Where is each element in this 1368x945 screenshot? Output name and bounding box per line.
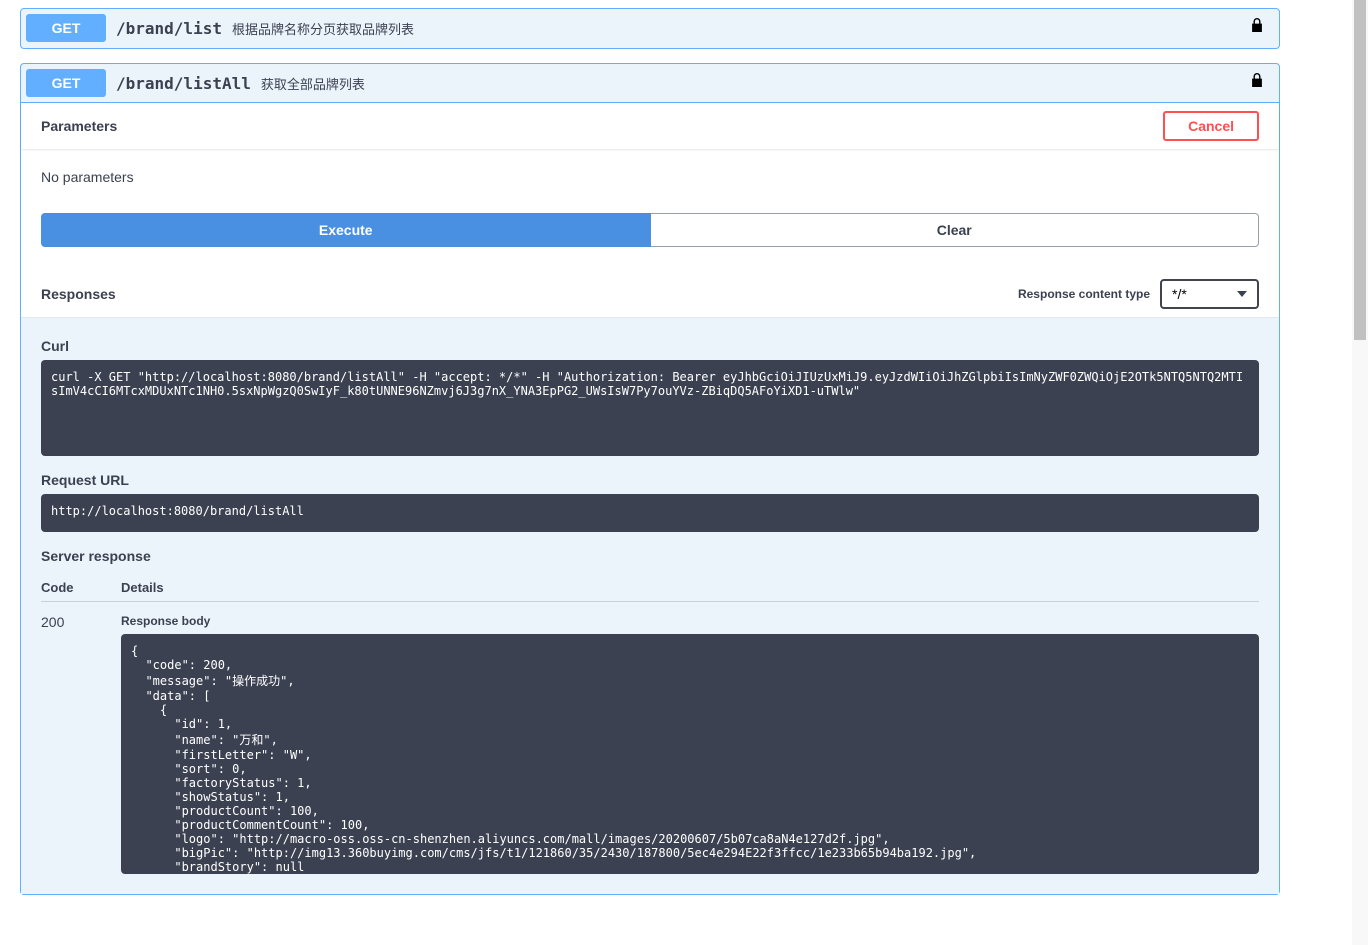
endpoint-path: /brand/list [116,19,222,38]
endpoint-summary[interactable]: GET /brand/listAll 获取全部品牌列表 [21,64,1279,103]
endpoint-brand-listall: GET /brand/listAll 获取全部品牌列表 Parameters C… [20,63,1280,895]
http-method-badge: GET [26,14,106,42]
curl-label: Curl [41,338,1259,354]
content-type-label: Response content type [1018,287,1150,301]
http-method-badge: GET [26,69,106,97]
responses-title: Responses [41,286,116,302]
cancel-button[interactable]: Cancel [1163,111,1259,141]
endpoint-path: /brand/listAll [116,74,251,93]
endpoint-description: 获取全部品牌列表 [261,74,1250,93]
response-body-label: Response body [121,614,1259,628]
lock-icon[interactable] [1250,71,1274,95]
response-col-code: Code [41,580,121,595]
curl-command[interactable]: curl -X GET "http://localhost:8080/brand… [41,360,1259,456]
parameters-header: Parameters Cancel [21,103,1279,149]
no-parameters-text: No parameters [41,169,1259,185]
content-type-select[interactable]: */* [1160,279,1259,309]
page-scrollbar[interactable] [1352,0,1368,945]
response-row: 200 Response body { "code": 200, "messag… [41,602,1259,874]
server-response-label: Server response [41,548,1259,564]
response-col-details: Details [121,580,1259,595]
endpoint-brand-list[interactable]: GET /brand/list 根据品牌名称分页获取品牌列表 [20,8,1280,49]
parameters-title: Parameters [41,118,117,134]
scrollbar-thumb[interactable] [1354,0,1366,340]
response-code: 200 [41,614,121,874]
request-url-value[interactable]: http://localhost:8080/brand/listAll [41,494,1259,532]
response-body[interactable]: { "code": 200, "message": "操作成功", "data"… [121,634,1259,874]
responses-header: Responses Response content type */* [21,267,1279,317]
endpoint-description: 根据品牌名称分页获取品牌列表 [232,19,1250,38]
request-url-label: Request URL [41,472,1259,488]
clear-button[interactable]: Clear [651,213,1260,247]
lock-icon[interactable] [1250,16,1274,40]
endpoint-summary[interactable]: GET /brand/list 根据品牌名称分页获取品牌列表 [21,9,1279,48]
execute-button[interactable]: Execute [41,213,651,247]
